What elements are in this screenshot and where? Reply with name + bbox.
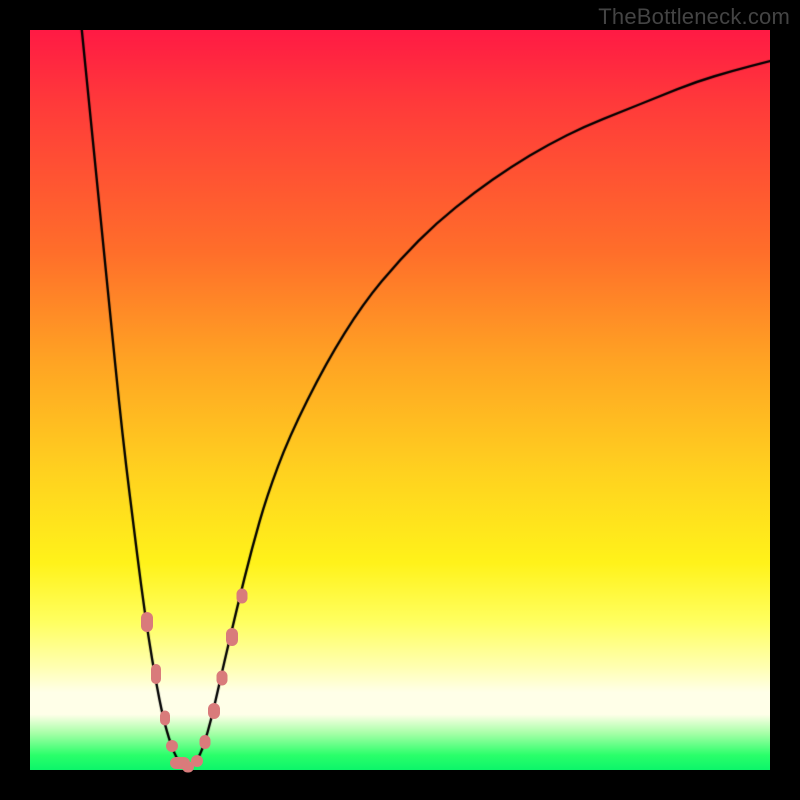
data-marker <box>236 589 247 604</box>
data-marker <box>141 612 153 632</box>
data-marker <box>160 711 170 726</box>
data-marker <box>217 670 228 685</box>
bottleneck-curve <box>30 30 770 770</box>
chart-frame: TheBottleneck.com <box>0 0 800 800</box>
data-marker <box>199 735 210 749</box>
data-marker <box>191 755 203 767</box>
data-marker <box>226 628 238 646</box>
data-marker <box>208 703 220 719</box>
data-marker <box>151 664 161 684</box>
attribution-text: TheBottleneck.com <box>598 4 790 30</box>
data-marker <box>166 740 178 752</box>
plot-area <box>30 30 770 770</box>
